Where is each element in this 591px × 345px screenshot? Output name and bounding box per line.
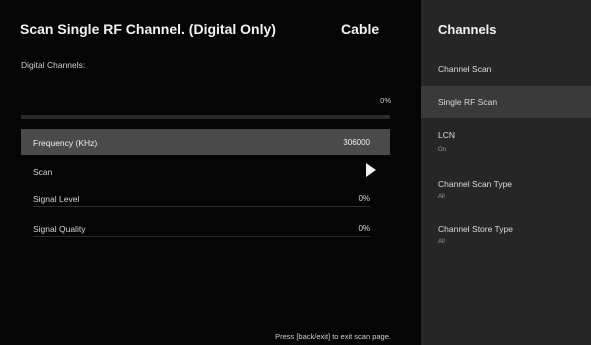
menu-item-label: Channel Scan [438, 64, 492, 74]
signal-level-row: Signal Level 0% [21, 189, 390, 209]
frequency-value: 306000 [343, 138, 370, 147]
scan-source-label: Cable [341, 21, 380, 37]
scan-page-title: Scan Single RF Channel. (Digital Only) [20, 21, 276, 37]
signal-quality-value: 0% [358, 224, 370, 233]
menu-item-label: LCN [438, 130, 456, 140]
exit-hint: Press [back/exit] to exit scan page. [275, 332, 391, 341]
scan-label: Scan [33, 167, 53, 177]
menu-item-single-rf-scan[interactable]: Single RF Scan [421, 86, 591, 118]
menu-item-value: All [438, 194, 445, 200]
menu-item-channel-store-type[interactable]: Channel Store Type All [421, 219, 591, 253]
menu-item-channel-scan[interactable]: Channel Scan [421, 58, 591, 82]
menu-item-label: Channel Scan Type [438, 179, 513, 189]
scan-panel: Scan Single RF Channel. (Digital Only) C… [0, 0, 421, 345]
scan-progress-value: 0% [380, 96, 391, 105]
menu-item-label: Single RF Scan [438, 97, 498, 107]
menu-item-lcn[interactable]: LCN On [421, 125, 591, 159]
frequency-label: Frequency (KHz) [33, 138, 98, 148]
signal-quality-row: Signal Quality 0% [21, 220, 390, 240]
menu-item-value: On [438, 147, 447, 153]
menu-item-label: Channel Store Type [438, 224, 513, 234]
frequency-row[interactable]: Frequency (KHz) 306000 [21, 129, 390, 155]
menu-item-value: All [438, 239, 445, 245]
channels-menu: Channels Channel Scan Single RF Scan LCN… [421, 0, 591, 345]
scan-progress-bar [21, 115, 390, 119]
scan-row[interactable]: Scan [21, 160, 390, 182]
signal-level-divider [33, 206, 370, 207]
signal-quality-divider [33, 236, 370, 237]
signal-level-value: 0% [358, 194, 370, 203]
digital-channels-label: Digital Channels: [21, 60, 86, 70]
signal-level-label: Signal Level [33, 194, 80, 204]
signal-quality-label: Signal Quality [33, 224, 86, 234]
menu-item-channel-scan-type[interactable]: Channel Scan Type All [421, 174, 591, 208]
channels-menu-title: Channels [438, 22, 497, 37]
play-icon[interactable] [366, 163, 376, 177]
